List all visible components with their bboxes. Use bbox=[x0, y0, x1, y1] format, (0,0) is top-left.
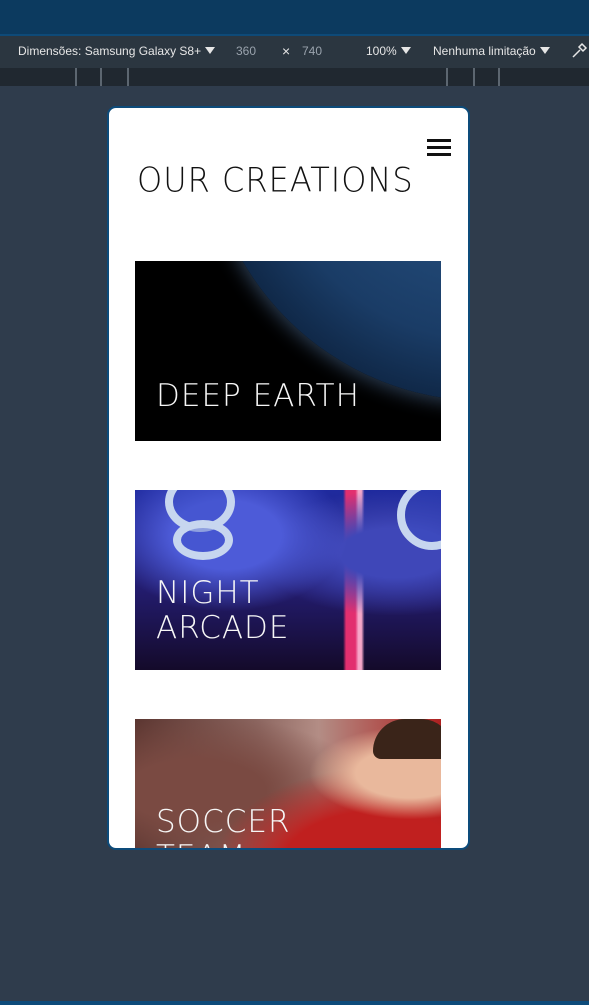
soccer-player-image bbox=[373, 719, 441, 759]
chevron-down-icon bbox=[539, 47, 550, 54]
ruler-tick bbox=[473, 68, 475, 86]
width-input[interactable]: 360 bbox=[236, 44, 256, 58]
page-title: OUR CREATIONS bbox=[137, 160, 414, 200]
card-title-line: TEAM bbox=[156, 840, 291, 849]
eyedropper-icon[interactable] bbox=[570, 42, 588, 63]
card-title: DEEP EARTH bbox=[156, 379, 360, 414]
height-input[interactable]: 740 bbox=[302, 44, 322, 58]
zoom-label: 100% bbox=[366, 44, 397, 58]
creation-card-deep-earth[interactable]: DEEP EARTH bbox=[135, 261, 441, 441]
ruler-tick bbox=[127, 68, 129, 86]
dimensions-label: Dimensões: Samsung Galaxy S8+ bbox=[18, 44, 202, 58]
hamburger-menu-icon[interactable] bbox=[427, 139, 451, 157]
dimensions-dropdown[interactable]: Dimensões: Samsung Galaxy S8+ bbox=[18, 44, 216, 58]
pinball-bumper-image bbox=[173, 520, 233, 560]
creation-card-soccer-team[interactable]: SOCCER TEAM bbox=[135, 719, 441, 849]
chevron-down-icon bbox=[400, 47, 411, 54]
ruler-tick bbox=[498, 68, 500, 86]
throttling-label: Nenhuma limitação bbox=[433, 44, 536, 58]
card-title-line: ARCADE bbox=[156, 610, 290, 646]
card-title-line: NIGHT bbox=[156, 575, 260, 611]
browser-top-strip bbox=[0, 0, 589, 36]
menu-bar bbox=[427, 153, 451, 156]
zoom-dropdown[interactable]: 100% bbox=[366, 44, 411, 58]
card-title: SOCCER TEAM bbox=[156, 804, 291, 849]
throttling-dropdown[interactable]: Nenhuma limitação bbox=[433, 44, 550, 58]
ruler-tick bbox=[100, 68, 102, 86]
card-title: NIGHT ARCADE bbox=[156, 576, 290, 646]
chevron-down-icon bbox=[205, 47, 216, 54]
pinball-bumper-image bbox=[397, 490, 441, 550]
card-title-line: DEEP EARTH bbox=[156, 378, 360, 414]
menu-bar bbox=[427, 139, 451, 142]
ruler-tick bbox=[75, 68, 77, 86]
device-toolbar: Dimensões: Samsung Galaxy S8+ 360 × 740 … bbox=[0, 36, 589, 68]
media-query-ruler bbox=[0, 68, 589, 86]
bottom-border bbox=[0, 1001, 589, 1005]
menu-bar bbox=[427, 146, 451, 149]
times-symbol: × bbox=[282, 43, 291, 59]
device-viewport: OUR CREATIONS DEEP EARTH NIGHT ARCADE SO… bbox=[107, 106, 470, 850]
creation-card-night-arcade[interactable]: NIGHT ARCADE bbox=[135, 490, 441, 670]
ruler-tick bbox=[446, 68, 448, 86]
card-title-line: SOCCER bbox=[156, 804, 291, 840]
